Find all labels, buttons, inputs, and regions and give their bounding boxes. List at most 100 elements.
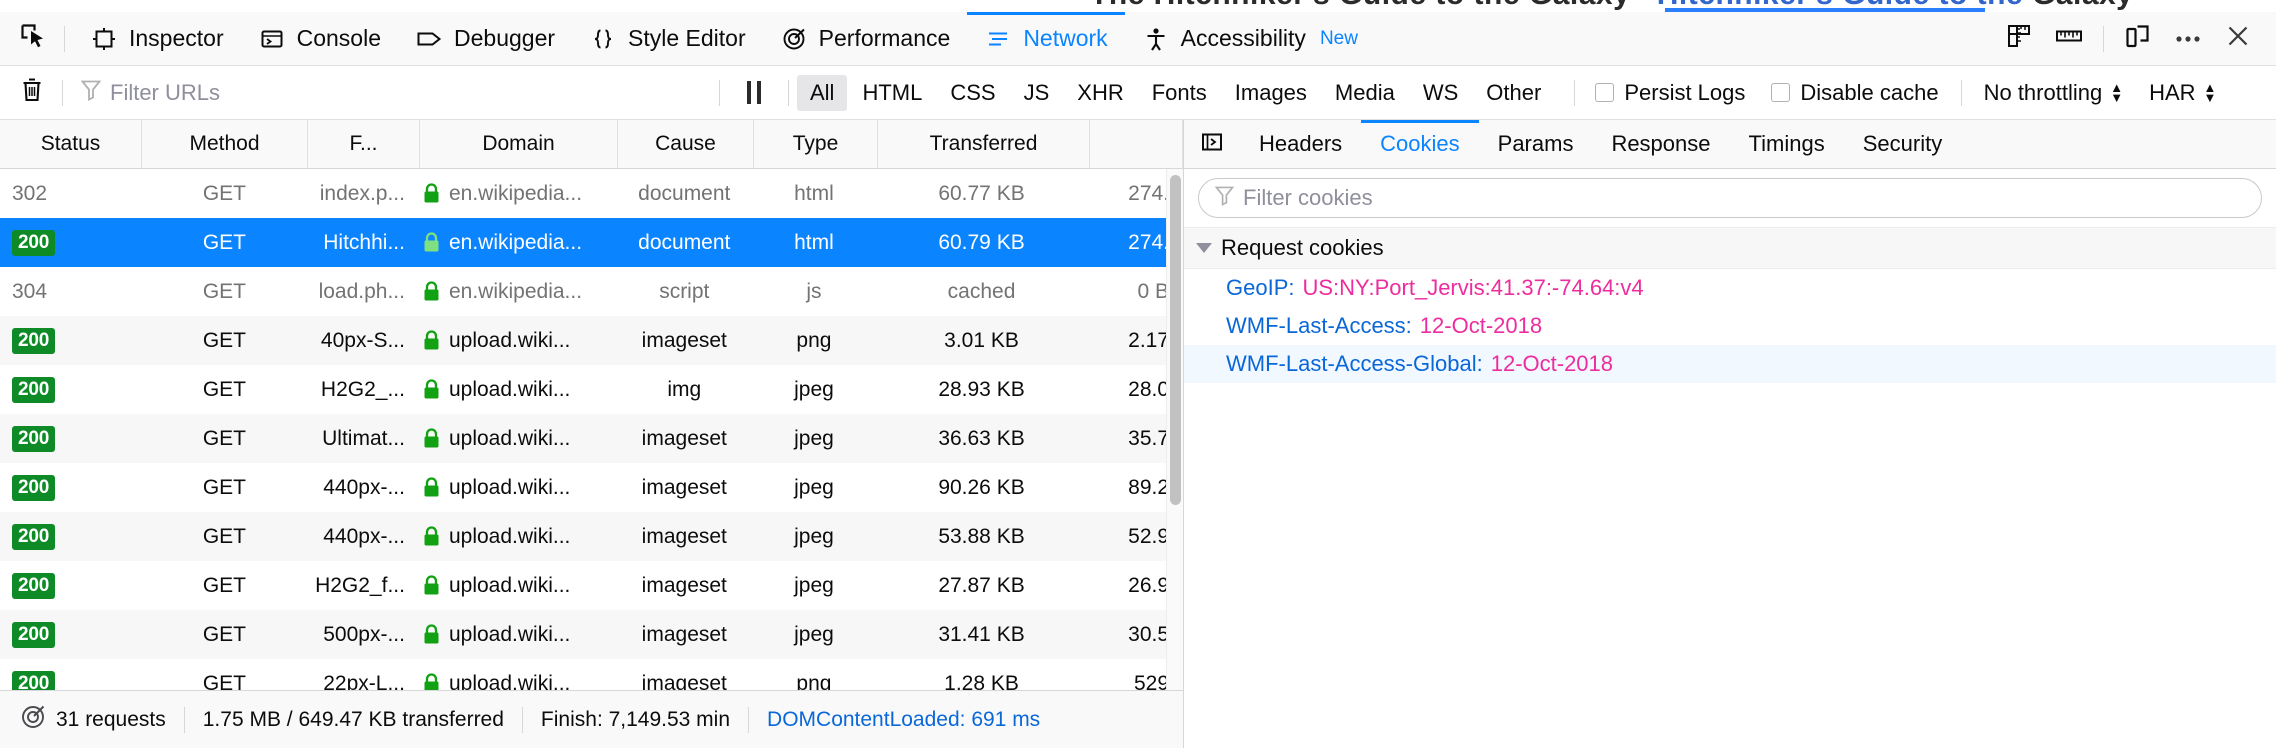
cell-file: 500px-... (307, 610, 419, 659)
cell-type: html (752, 218, 876, 267)
filter-xhr[interactable]: XHR (1064, 75, 1136, 111)
column-header-method[interactable]: Method (142, 120, 308, 168)
cell-domain: en.wikipedia... (419, 267, 616, 316)
table-row[interactable]: 200GETUltimat...upload.wiki...imagesetjp… (0, 414, 1183, 463)
tab-console[interactable]: Console (241, 12, 398, 65)
clear-requests-button[interactable] (10, 73, 54, 113)
cell-status: 200 (0, 561, 142, 610)
responsive-design-mode-button[interactable] (2114, 18, 2162, 60)
cell-cause: imageset (616, 463, 752, 512)
performance-icon (780, 25, 808, 53)
cell-type: js (752, 267, 876, 316)
details-tab-cookies[interactable]: Cookies (1361, 120, 1478, 168)
filter-images[interactable]: Images (1222, 75, 1320, 111)
column-header-size[interactable] (1090, 120, 1183, 168)
cell-type: jpeg (752, 365, 876, 414)
cell-file: H2G2_f... (307, 561, 419, 610)
tab-network[interactable]: Network (967, 12, 1124, 65)
filter-other[interactable]: Other (1473, 75, 1554, 111)
tab-accessibility[interactable]: Accessibility New (1125, 12, 1375, 65)
filter-html[interactable]: HTML (849, 75, 935, 111)
table-row[interactable]: 200GET40px-S...upload.wiki...imagesetpng… (0, 316, 1183, 365)
scrollbar-thumb[interactable] (1170, 175, 1181, 505)
table-row[interactable]: 200GET500px-...upload.wiki...imagesetjpe… (0, 610, 1183, 659)
har-menu[interactable]: HAR ▲▼ (2149, 80, 2216, 106)
domain-text: upload.wiki... (449, 574, 570, 598)
throttling-select[interactable]: No throttling ▲▼ (1984, 80, 2124, 106)
request-list-pane: Status Method F... Domain Cause Type Tra… (0, 120, 1184, 748)
filter-all[interactable]: All (797, 75, 847, 111)
devtools-toolbar: Inspector Console Debu (0, 12, 2276, 66)
cell-method: GET (142, 610, 308, 659)
cell-type: jpeg (752, 561, 876, 610)
cell-domain: upload.wiki... (419, 659, 616, 690)
filter-css[interactable]: CSS (937, 75, 1008, 111)
request-cookies-section-header[interactable]: Request cookies (1184, 227, 2276, 269)
cookie-row[interactable]: WMF-Last-Access: 12-Oct-2018 (1184, 307, 2276, 345)
tab-style-editor[interactable]: Style Editor (572, 12, 763, 65)
net-toolbar-divider-2 (719, 80, 720, 106)
filter-ws[interactable]: WS (1410, 75, 1471, 111)
rulers-button[interactable] (1995, 18, 2043, 60)
column-header-status[interactable]: Status (0, 120, 142, 168)
request-table-scrollbar[interactable] (1166, 169, 1183, 690)
performance-analysis-button[interactable] (10, 700, 56, 740)
cookie-row[interactable]: GeoIP: US:NY:Port_Jervis:41.37:-74.64:v4 (1184, 269, 2276, 307)
close-icon (2226, 24, 2250, 53)
meatball-menu-button[interactable] (2164, 18, 2212, 60)
table-row[interactable]: 200GETHitchhi...en.wikipedia...documenth… (0, 218, 1183, 267)
details-tab-response[interactable]: Response (1592, 120, 1729, 168)
cell-type: html (752, 169, 876, 218)
measure-button[interactable] (2045, 18, 2093, 60)
table-row[interactable]: 200GETH2G2_...upload.wiki...imgjpeg28.93… (0, 365, 1183, 414)
cell-status: 304 (0, 267, 142, 316)
status-code: 302 (12, 182, 47, 206)
table-row[interactable]: 302GETindex.p...en.wikipedia...documenth… (0, 169, 1183, 218)
filter-cookies-input[interactable]: Filter cookies (1198, 178, 2262, 218)
domain-text: upload.wiki... (449, 427, 570, 451)
details-tab-timings[interactable]: Timings (1730, 120, 1844, 168)
trash-icon (20, 77, 44, 108)
table-row[interactable]: 200GET440px-...upload.wiki...imagesetjpe… (0, 512, 1183, 561)
tab-debugger[interactable]: Debugger (398, 12, 572, 65)
column-header-cause[interactable]: Cause (618, 120, 754, 168)
table-row[interactable]: 200GETH2G2_f...upload.wiki...imagesetjpe… (0, 561, 1183, 610)
tab-inspector[interactable]: Inspector (73, 12, 241, 65)
details-tab-params[interactable]: Params (1479, 120, 1593, 168)
close-devtools-button[interactable] (2214, 18, 2262, 60)
column-header-transferred[interactable]: Transferred (878, 120, 1090, 168)
cell-method: GET (142, 218, 308, 267)
column-header-file[interactable]: F... (308, 120, 420, 168)
cookie-filter-row: Filter cookies (1184, 169, 2276, 227)
column-header-type[interactable]: Type (754, 120, 878, 168)
details-tab-security[interactable]: Security (1844, 120, 1961, 168)
column-header-domain[interactable]: Domain (420, 120, 618, 168)
table-row[interactable]: 304GETload.ph...en.wikipedia...scriptjsc… (0, 267, 1183, 316)
lock-icon (423, 232, 440, 253)
status-code: 304 (12, 280, 47, 304)
filter-fonts[interactable]: Fonts (1139, 75, 1220, 111)
persist-logs-label: Persist Logs (1624, 80, 1745, 106)
tab-performance[interactable]: Performance (763, 12, 968, 65)
element-picker-button[interactable] (10, 19, 56, 59)
cell-domain: upload.wiki... (419, 561, 616, 610)
cell-method: GET (142, 365, 308, 414)
persist-logs-checkbox[interactable]: Persist Logs (1595, 80, 1745, 106)
domain-text: en.wikipedia... (449, 182, 582, 206)
lock-icon (423, 673, 440, 690)
cell-domain: upload.wiki... (419, 610, 616, 659)
cell-file: Ultimat... (307, 414, 419, 463)
table-row[interactable]: 200GET440px-...upload.wiki...imagesetjpe… (0, 463, 1183, 512)
cell-transferred: 60.79 KB (876, 218, 1087, 267)
cell-domain: en.wikipedia... (419, 218, 616, 267)
expand-details-button[interactable] (1184, 120, 1240, 168)
cookie-row[interactable]: WMF-Last-Access-Global: 12-Oct-2018 (1184, 345, 2276, 383)
table-row[interactable]: 200GET22px-L...upload.wiki...imagesetpng… (0, 659, 1183, 690)
details-tab-headers[interactable]: Headers (1240, 120, 1361, 168)
filter-urls-input[interactable]: Filter URLs (71, 74, 711, 112)
filter-js[interactable]: JS (1011, 75, 1063, 111)
pause-recording-button[interactable] (728, 73, 780, 113)
cell-type: png (752, 659, 876, 690)
disable-cache-checkbox[interactable]: Disable cache (1771, 80, 1938, 106)
filter-media[interactable]: Media (1322, 75, 1408, 111)
